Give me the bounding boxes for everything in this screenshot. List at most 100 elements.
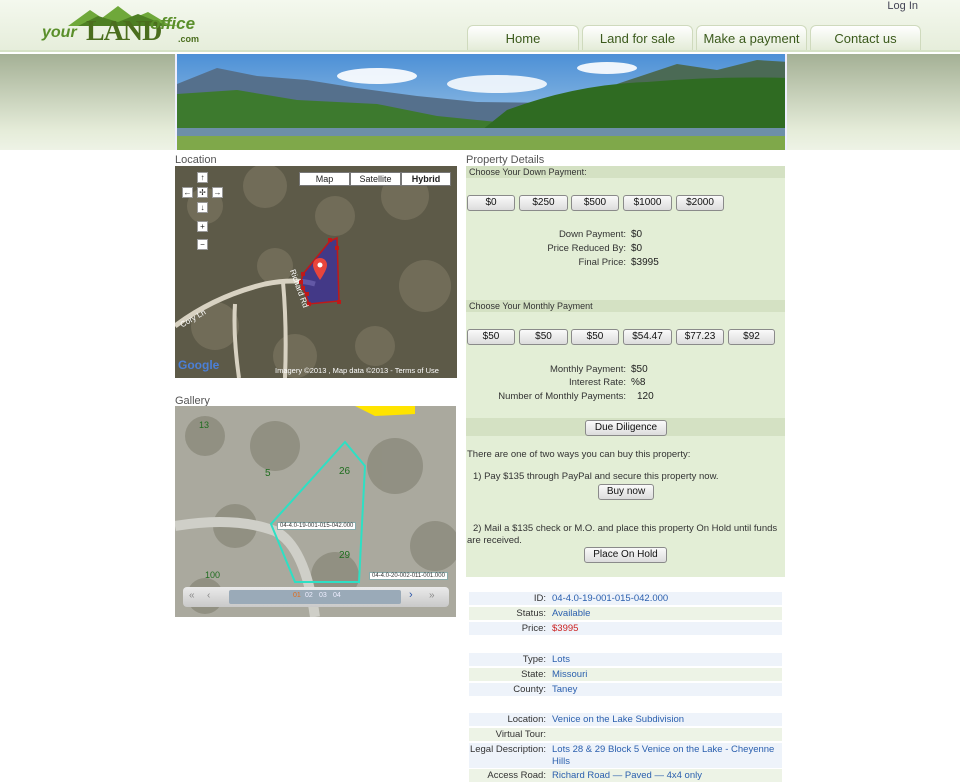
logo-office-text: office — [150, 14, 196, 33]
logo-your-text: your — [42, 24, 77, 41]
login-link[interactable]: Log In — [887, 0, 918, 12]
down-payment-2000-button[interactable]: $2000 — [676, 195, 724, 211]
info-row-location: Location: Venice on the Lake Subdivision — [469, 713, 782, 726]
info-row-state: State: Missouri — [469, 668, 782, 681]
map-attribution: Imagery ©2013 , Map data ©2013 - Terms o… — [275, 366, 439, 375]
first-page-icon[interactable]: « — [189, 590, 195, 601]
gallery-page-track — [229, 590, 401, 604]
parcel-label-secondary: 04-4.0-20-002-011-001.000 — [369, 572, 448, 580]
price-value: $3995 — [552, 623, 579, 634]
price-reduced-value: $0 — [631, 243, 643, 254]
banner-image — [175, 54, 787, 150]
down-payment-500-button[interactable]: $500 — [571, 195, 619, 211]
down-payment-label: Down Payment: — [558, 229, 626, 240]
parcel-map-image: 13 5 26 29 100 — [175, 406, 456, 617]
info-row-status: Status: Available — [469, 607, 782, 620]
site-logo[interactable]: your LAND office .com — [38, 4, 213, 50]
gallery-page-01[interactable]: 01 — [293, 592, 301, 599]
map-type-map-button[interactable]: Map — [299, 172, 350, 186]
pan-down-icon[interactable]: ↓ — [197, 202, 208, 213]
down-payment-heading: Choose Your Down Payment: — [466, 166, 785, 178]
state-label: State: — [521, 669, 546, 680]
monthly-option-5-button[interactable]: $77.23 — [676, 329, 724, 345]
monthly-option-1-button[interactable]: $50 — [467, 329, 515, 345]
monthly-option-6-button[interactable]: $92 — [728, 329, 775, 345]
price-label: Price: — [521, 623, 546, 634]
zoom-out-icon[interactable]: − — [197, 239, 208, 250]
virtual-tour-label: Virtual Tour: — [495, 729, 546, 740]
status-label: Status: — [516, 608, 546, 619]
pan-up-icon[interactable]: ↑ — [197, 172, 208, 183]
svg-text:5: 5 — [265, 468, 271, 479]
info-row-county: County: Taney — [469, 683, 782, 696]
lake-landscape-image — [177, 54, 785, 150]
due-diligence-button[interactable]: Due Diligence — [585, 420, 667, 436]
hold-option-text: 2) Mail a $135 check or M.O. and place t… — [467, 523, 778, 546]
location-value: Venice on the Lake Subdivision — [552, 714, 685, 725]
monthly-option-3-button[interactable]: $50 — [571, 329, 619, 345]
gallery-page-04[interactable]: 04 — [333, 592, 341, 599]
info-row-id: ID: 04-4.0-19-001-015-042.000 — [469, 592, 782, 605]
down-payment-1000-button[interactable]: $1000 — [623, 195, 672, 211]
site-header: your LAND office .com Log In Home Land f… — [0, 0, 960, 52]
id-value: 04-4.0-19-001-015-042.000 — [552, 593, 669, 604]
nav-tab-land-for-sale[interactable]: Land for sale — [582, 25, 693, 50]
nav-tab-home[interactable]: Home — [467, 25, 579, 50]
info-row-legal: Legal Description: Lots 28 & 29 Block 5 … — [469, 743, 782, 768]
property-details-label: Property Details — [466, 154, 545, 166]
state-value: Missouri — [552, 669, 588, 680]
down-payment-250-button[interactable]: $250 — [519, 195, 568, 211]
monthly-option-2-button[interactable]: $50 — [519, 329, 568, 345]
location-map[interactable]: Cory Ln Richard Rd Map Satellite Hybrid … — [175, 166, 457, 378]
next-page-icon[interactable]: › — [409, 589, 413, 601]
property-details-panel: Choose Your Down Payment: $0 $250 $500 $… — [466, 166, 785, 577]
map-type-satellite-button[interactable]: Satellite — [350, 172, 401, 186]
gallery-viewer[interactable]: 13 5 26 29 100 04-4.0-19-001-015-042.000… — [175, 406, 456, 617]
type-value: Lots — [552, 654, 570, 665]
monthly-payment-value: $50 — [631, 364, 648, 375]
previous-page-icon[interactable]: ‹ — [207, 590, 210, 601]
final-price-label: Final Price: — [578, 257, 626, 268]
pan-left-icon[interactable]: ← — [182, 187, 193, 198]
nav-tab-make-a-payment[interactable]: Make a payment — [696, 25, 807, 50]
buy-now-button[interactable]: Buy now — [598, 484, 654, 500]
county-label: County: — [513, 684, 546, 695]
svg-text:100: 100 — [205, 570, 220, 580]
gallery-page-02[interactable]: 02 — [305, 592, 313, 599]
down-payment-value: $0 — [631, 229, 643, 240]
logo-com-text: .com — [178, 34, 200, 44]
interest-rate-value: %8 — [631, 377, 646, 388]
status-value: Available — [552, 608, 591, 619]
type-label: Type: — [522, 654, 546, 665]
svg-text:13: 13 — [199, 420, 209, 430]
parcel-label-primary: 04-4.0-19-001-015-042.000 — [277, 522, 357, 530]
price-reduced-label: Price Reduced By: — [547, 243, 626, 254]
pan-right-icon[interactable]: → — [212, 187, 223, 198]
down-payment-0-button[interactable]: $0 — [467, 195, 515, 211]
purchase-intro-text: There are one of two ways you can buy th… — [467, 449, 691, 460]
last-page-icon[interactable]: » — [429, 590, 435, 601]
interest-rate-label: Interest Rate: — [568, 377, 626, 388]
nav-tab-contact-us[interactable]: Contact us — [810, 25, 921, 50]
location-label: Location — [175, 154, 217, 166]
map-type-hybrid-button[interactable]: Hybrid — [401, 172, 451, 186]
id-label: ID: — [533, 593, 546, 604]
paypal-option-text: 1) Pay $135 through PayPal and secure th… — [473, 471, 719, 482]
monthly-payment-label: Monthly Payment: — [549, 364, 626, 375]
info-row-virtual-tour: Virtual Tour: — [469, 728, 782, 741]
place-on-hold-button[interactable]: Place On Hold — [584, 547, 667, 563]
info-row-type: Type: Lots — [469, 653, 782, 666]
svg-text:29: 29 — [339, 550, 351, 561]
num-payments-value: 120 — [637, 391, 654, 402]
monthly-option-4-button[interactable]: $54.47 — [623, 329, 672, 345]
zoom-in-icon[interactable]: + — [197, 221, 208, 232]
location-marker-icon[interactable] — [313, 258, 327, 280]
num-payments-label: Number of Monthly Payments: — [498, 391, 626, 402]
info-row-price: Price: $3995 — [469, 622, 782, 635]
pan-center-icon[interactable]: ✢ — [197, 187, 208, 198]
legal-description-label: Legal Description: — [469, 744, 546, 755]
gallery-page-03[interactable]: 03 — [319, 592, 327, 599]
svg-text:26: 26 — [339, 466, 351, 477]
county-value: Taney — [552, 684, 578, 695]
gallery-navigation-bar: « ‹ 01 02 03 04 › » — [183, 587, 449, 607]
